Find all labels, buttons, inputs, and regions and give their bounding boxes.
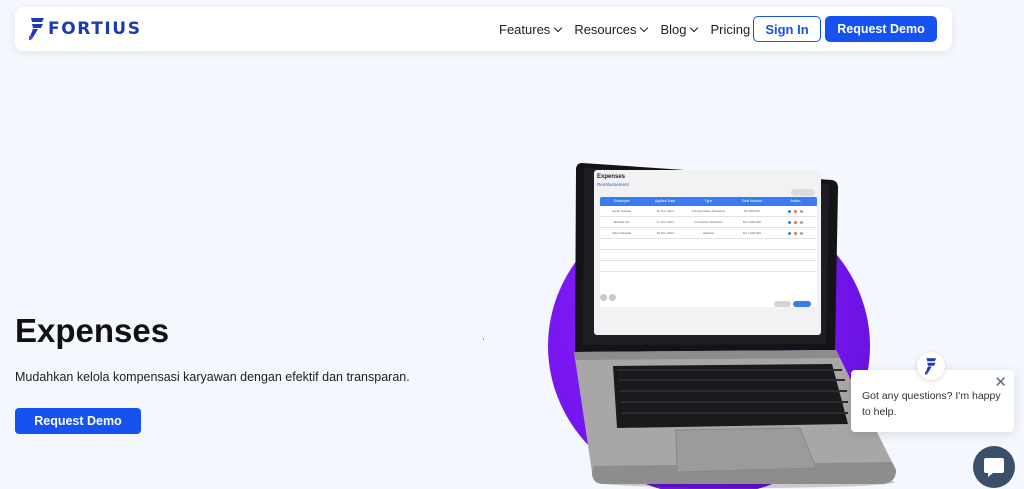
screen-subtitle: Reimbursement (597, 182, 629, 187)
screen-cancel-button (774, 301, 791, 307)
main-nav: Features Resources Blog Pricing (499, 7, 774, 51)
fortius-logo-icon (29, 18, 44, 40)
table-row: Michael Tan 17 Nov 2024 Comissary Allowa… (600, 217, 817, 228)
column-header: Applied Date (654, 199, 676, 203)
table-cell: 15 Nov 2024 (656, 231, 674, 235)
table-cell: Sarah Isabelle (612, 209, 632, 213)
table-header: Employee Applied Date Type Total Amount … (600, 197, 817, 206)
table-cell: 17 Nov 2024 (656, 220, 674, 224)
table-row: Sarah Isabelle 20 Nov 2024 Transportatio… (600, 206, 817, 217)
request-demo-nav-button[interactable]: Request Demo (825, 16, 937, 42)
table-cell: Transportation Allowance (691, 209, 726, 213)
nav-item-label: Blog (660, 21, 687, 37)
hero-title: Expenses (15, 312, 170, 349)
nav-item-label: Features (499, 21, 551, 37)
screen-title: Expenses (597, 174, 626, 180)
decorative-dot (483, 338, 484, 340)
nav-item-label: Resources (574, 21, 637, 37)
nav-item-blog[interactable]: Blog (660, 21, 699, 37)
table-cell: 20 Nov 2024 (656, 209, 674, 213)
request-demo-hero-button[interactable]: Request Demo (15, 408, 141, 434)
expenses-table: Employee Applied Date Type Total Amount … (600, 197, 817, 307)
screen-search-pill (791, 189, 815, 196)
row-actions (774, 231, 817, 235)
fortius-logo-icon (925, 357, 937, 375)
chat-message: Got any questions? I'm happy to help. (862, 390, 1001, 418)
nav-item-label: Pricing (710, 21, 751, 37)
chat-agent-avatar (917, 352, 945, 380)
screen-submit-button (793, 301, 811, 307)
screen-pagination (600, 294, 616, 301)
table-cell: Medical (703, 231, 714, 235)
table-cell: Rp 500,000 (744, 209, 760, 213)
app-screen: Expenses Reimbursement Employee Applied … (594, 170, 821, 335)
nav-item-features[interactable]: Features (499, 21, 563, 37)
table-cell: Michael Tan (613, 220, 630, 224)
chevron-down-icon (554, 23, 563, 32)
chevron-down-icon (640, 23, 649, 32)
sign-in-button[interactable]: Sign In (753, 16, 821, 42)
table-cell: Rp 1,000,000 (742, 231, 761, 235)
nav-item-resources[interactable]: Resources (574, 21, 649, 37)
table-cell: Comissary Allowance (694, 220, 723, 224)
column-header: Type (704, 199, 713, 203)
column-header: Action (790, 199, 801, 203)
table-row: Marini Rosalia 15 Nov 2024 Medical Rp 1,… (600, 228, 817, 239)
column-header: Total Amount (741, 199, 763, 203)
top-navbar: FORTIUS Features Resources Blog Pricing … (15, 7, 952, 51)
chevron-down-icon (690, 23, 699, 32)
brand-name: FORTIUS (48, 19, 142, 39)
chat-bubble-icon (984, 458, 1004, 477)
chat-launcher-button[interactable] (973, 446, 1015, 488)
table-cell: Rp 2,500,000 (742, 220, 761, 224)
table-cell: Marini Rosalia (612, 231, 632, 235)
row-actions (774, 209, 817, 213)
hero-subtitle: Mudahkan kelola kompensasi karyawan deng… (15, 370, 410, 384)
column-header: Employee (613, 199, 630, 203)
table-row (600, 250, 817, 261)
brand-logo[interactable]: FORTIUS (29, 18, 142, 40)
table-row (600, 239, 817, 250)
row-actions (774, 220, 817, 224)
table-row (600, 261, 817, 272)
